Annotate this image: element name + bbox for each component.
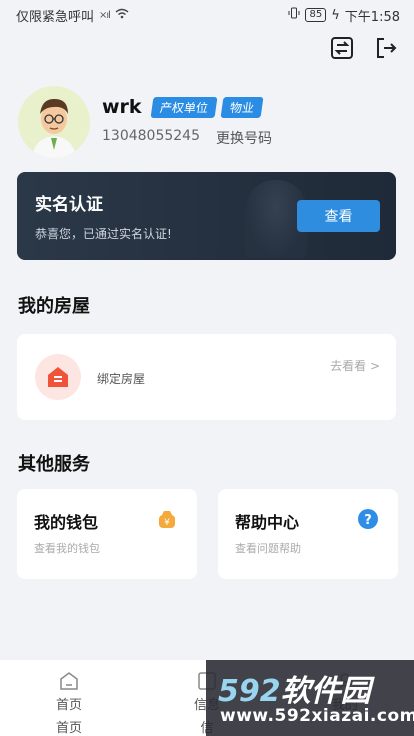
- help-subtitle: 查看问题帮助: [235, 542, 301, 555]
- house-icon: [35, 354, 81, 400]
- carrier-text: 仅限紧急呼叫: [16, 9, 95, 25]
- help-card[interactable]: 帮助中心 查看问题帮助 ?: [218, 489, 398, 579]
- watermark-number: 592: [218, 674, 281, 709]
- avatar[interactable]: [18, 86, 90, 158]
- svg-text:?: ?: [364, 513, 372, 528]
- wallet-card[interactable]: 我的钱包 查看我的钱包 ¥: [17, 489, 197, 579]
- wallet-icon: ¥: [157, 509, 177, 529]
- bind-house-label: 绑定房屋: [97, 372, 146, 386]
- house-card[interactable]: 绑定房屋 去看看 >: [17, 334, 396, 420]
- battery-level: 85: [305, 8, 327, 22]
- logout-icon[interactable]: [374, 36, 398, 60]
- tab-label: 首页: [55, 698, 82, 713]
- wallet-title: 我的钱包: [34, 513, 99, 532]
- home-icon: [58, 670, 80, 692]
- view-house-link[interactable]: 去看看 >: [330, 357, 380, 374]
- wallet-subtitle: 查看我的钱包: [34, 542, 100, 555]
- name-row: wrk 产权单位 物业: [102, 96, 272, 118]
- signal-icon: ×ıl: [99, 9, 111, 21]
- charging-icon: ϟ: [331, 7, 340, 23]
- view-verify-button[interactable]: 查看: [297, 200, 380, 232]
- tab-label-secondary: 首页: [55, 721, 82, 736]
- profile-info: wrk 产权单位 物业 13048055245 更换号码: [102, 96, 272, 148]
- watermark-brand: 592软件园: [218, 666, 371, 710]
- user-name: wrk: [102, 96, 142, 118]
- verify-title: 实名认证: [35, 195, 103, 215]
- tab-home[interactable]: 首页 首页: [19, 670, 119, 736]
- help-icon: ?: [358, 509, 378, 529]
- verify-subtitle: 恭喜您，已通过实名认证!: [35, 227, 172, 241]
- vibrate-icon: [288, 7, 300, 23]
- status-left: 仅限紧急呼叫 ×ıl: [16, 6, 129, 25]
- section-title-house: 我的房屋: [18, 296, 90, 317]
- header-actions: [330, 36, 398, 60]
- watermark-url: www.592xiazai.com: [220, 706, 414, 726]
- clock: 下午1:58: [344, 9, 400, 25]
- role-tag: 产权单位: [150, 96, 218, 118]
- status-bar: 仅限紧急呼叫 ×ıl 85 ϟ 下午1:58: [0, 0, 414, 30]
- watermark-text: 软件园: [280, 674, 371, 709]
- switch-icon[interactable]: [330, 36, 354, 60]
- section-title-services: 其他服务: [18, 454, 90, 475]
- phone-row: 13048055245 更换号码: [102, 128, 272, 148]
- change-phone-link[interactable]: 更换号码: [216, 128, 272, 148]
- profile-header: wrk 产权单位 物业 13048055245 更换号码: [18, 86, 272, 158]
- phone-number: 13048055245: [102, 128, 200, 144]
- svg-text:¥: ¥: [164, 518, 170, 528]
- role-tag: 物业: [220, 96, 264, 118]
- status-right: 85 ϟ 下午1:58: [288, 6, 400, 25]
- verify-card: 实名认证 恭喜您，已通过实名认证! 查看: [17, 172, 396, 260]
- site-watermark: 592软件园 www.592xiazai.com: [206, 660, 414, 736]
- wifi-icon: [115, 8, 129, 23]
- help-title: 帮助中心: [235, 513, 300, 532]
